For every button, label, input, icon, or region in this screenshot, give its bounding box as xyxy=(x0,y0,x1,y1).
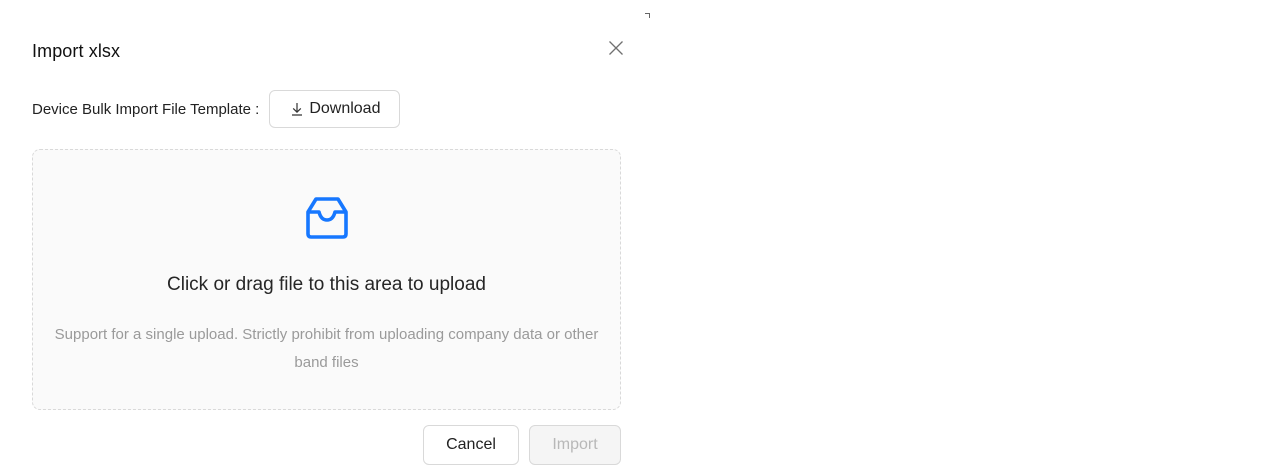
dropzone-hint: Support for a single upload. Strictly pr… xyxy=(54,326,599,371)
import-modal: Import xlsx Device Bulk Import File Temp… xyxy=(0,0,652,465)
close-button[interactable] xyxy=(604,36,628,60)
close-icon xyxy=(609,41,623,55)
modal-footer: Cancel Import xyxy=(0,425,621,465)
corner-mark xyxy=(645,13,650,18)
download-label: Download xyxy=(309,100,381,117)
import-button[interactable]: Import xyxy=(529,425,621,465)
download-icon xyxy=(291,102,303,116)
template-label: Device Bulk Import File Template : xyxy=(32,100,260,118)
upload-dropzone[interactable]: Click or drag file to this area to uploa… xyxy=(32,149,621,410)
inbox-icon xyxy=(306,197,348,239)
modal-title: Import xlsx xyxy=(32,41,121,61)
dropzone-text: Click or drag file to this area to uploa… xyxy=(167,274,486,295)
download-button[interactable]: Download xyxy=(269,90,401,128)
cancel-button[interactable]: Cancel xyxy=(423,425,519,465)
template-row: Device Bulk Import File Template : Downl… xyxy=(32,89,401,129)
